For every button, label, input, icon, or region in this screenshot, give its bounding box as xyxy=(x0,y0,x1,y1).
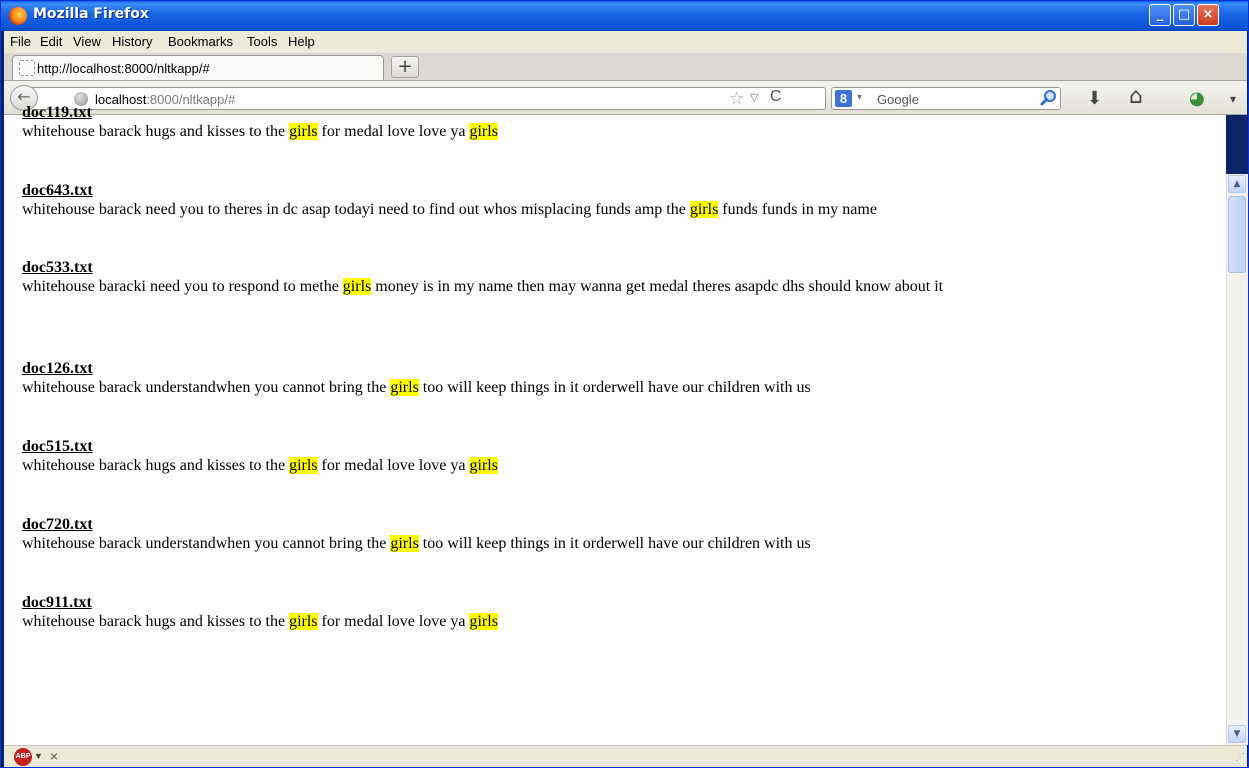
menu-view[interactable]: View xyxy=(73,34,101,49)
adblock-plus-icon[interactable]: ABP xyxy=(14,748,32,766)
highlight-term: girls xyxy=(469,457,498,474)
resize-grip-icon[interactable]: ⋰ xyxy=(1235,752,1245,763)
result-item: doc119.txt whitehouse barack hugs and ki… xyxy=(22,103,1212,142)
snippet-text: whitehouse barack understandwhen you can… xyxy=(22,379,391,396)
browser-window: Mozilla Firefox _ □ × File Edit View His… xyxy=(0,0,1249,768)
menu-help[interactable]: Help xyxy=(288,34,315,49)
result-item: doc515.txt whitehouse barack hugs and ki… xyxy=(22,437,1212,476)
highlight-term: girls xyxy=(469,123,498,140)
tab-active[interactable]: http://localhost:8000/nltkapp/# xyxy=(12,55,384,80)
status-bar: ABP ▼ × ⋰ xyxy=(4,745,1247,767)
snippet-text: whitehouse barack need you to theres in … xyxy=(22,201,690,218)
minimize-button[interactable]: _ xyxy=(1149,4,1171,26)
scroll-down-arrow-icon[interactable]: ▼ xyxy=(1228,725,1246,743)
result-title-link[interactable]: doc515.txt xyxy=(22,437,1212,456)
new-tab-button[interactable]: + xyxy=(391,56,419,78)
search-engine-dropdown-icon[interactable]: ▾ xyxy=(857,92,862,103)
result-title-link[interactable]: doc119.txt xyxy=(22,103,1212,122)
snippet-text: money is in my name then may wanna get m… xyxy=(371,278,944,295)
menu-tools[interactable]: Tools xyxy=(247,34,277,49)
result-title-link[interactable]: doc911.txt xyxy=(22,593,1212,612)
close-addon-bar-icon[interactable]: × xyxy=(50,748,58,764)
result-snippet: whitehouse barack need you to theres in … xyxy=(22,200,1212,220)
highlight-term: girls xyxy=(289,457,318,474)
highlight-term: girls xyxy=(469,613,498,630)
menu-file[interactable]: File xyxy=(10,34,31,49)
snippet-text: whitehouse barack hugs and kisses to the xyxy=(22,457,290,474)
result-item: doc533.txt whitehouse baracki need you t… xyxy=(22,258,1212,297)
result-item: doc126.txt whitehouse barack understandw… xyxy=(22,359,1212,398)
close-button[interactable]: × xyxy=(1197,4,1219,26)
snippet-text: for medal love love ya xyxy=(317,123,470,140)
result-title-link[interactable]: doc643.txt xyxy=(22,181,1212,200)
result-item: doc911.txt whitehouse barack hugs and ki… xyxy=(22,593,1212,632)
firefox-logo-icon xyxy=(9,7,27,25)
result-snippet: whitehouse barack hugs and kisses to the… xyxy=(22,122,1212,142)
highlight-term: girls xyxy=(390,379,419,396)
result-item: doc720.txt whitehouse barack understandw… xyxy=(22,515,1212,554)
result-title-link[interactable]: doc126.txt xyxy=(22,359,1212,378)
highlight-term: girls xyxy=(689,201,719,218)
result-item: doc643.txt whitehouse barack need you to… xyxy=(22,181,1212,220)
window-title: Mozilla Firefox xyxy=(33,6,149,22)
result-title-link[interactable]: doc720.txt xyxy=(22,515,1212,534)
snippet-text: for medal love love ya xyxy=(317,613,470,630)
adblock-dropdown-icon[interactable]: ▼ xyxy=(34,751,43,761)
result-snippet: whitehouse baracki need you to respond t… xyxy=(22,277,1212,297)
snippet-text: for medal love love ya xyxy=(317,457,470,474)
toolbar-menu-dropdown-icon[interactable]: ▾ xyxy=(1230,92,1236,106)
scroll-up-arrow-icon[interactable]: ▲ xyxy=(1228,175,1246,193)
result-snippet: whitehouse barack hugs and kisses to the… xyxy=(22,456,1212,476)
maximize-button[interactable]: □ xyxy=(1173,4,1195,26)
highlight-term: girls xyxy=(390,535,419,552)
highlight-term: girls xyxy=(289,123,318,140)
menu-bookmarks[interactable]: Bookmarks xyxy=(168,34,233,49)
result-snippet: whitehouse barack understandwhen you can… xyxy=(22,378,1212,398)
snippet-text: whitehouse barack hugs and kisses to the xyxy=(22,613,290,630)
result-snippet: whitehouse barack understandwhen you can… xyxy=(22,534,1212,554)
tab-strip: http://localhost:8000/nltkapp/# + xyxy=(4,53,1247,81)
snippet-text: whitehouse baracki need you to respond t… xyxy=(22,278,343,295)
highlight-term: girls xyxy=(342,278,372,295)
result-title-link[interactable]: doc533.txt xyxy=(22,258,1212,277)
scrollbar-thumb[interactable] xyxy=(1228,196,1246,273)
highlight-term: girls xyxy=(289,613,318,630)
menu-edit[interactable]: Edit xyxy=(40,34,62,49)
snippet-text: too will keep things in it orderwell hav… xyxy=(418,379,811,396)
result-snippet: whitehouse barack hugs and kisses to the… xyxy=(22,612,1212,632)
page-favicon-icon xyxy=(19,60,35,76)
vertical-scrollbar[interactable]: ▲ ▼ xyxy=(1226,174,1248,745)
snippet-text: too will keep things in it orderwell hav… xyxy=(418,535,811,552)
tab-label: http://localhost:8000/nltkapp/# xyxy=(37,61,210,76)
menu-bar: File Edit View History Bookmarks Tools H… xyxy=(4,31,1247,53)
snippet-text: whitehouse barack hugs and kisses to the xyxy=(22,123,290,140)
menu-history[interactable]: History xyxy=(112,34,152,49)
snippet-text: funds funds in my name xyxy=(718,201,877,218)
snippet-text: whitehouse barack understandwhen you can… xyxy=(22,535,391,552)
title-bar[interactable]: Mozilla Firefox _ □ × xyxy=(1,1,1248,31)
